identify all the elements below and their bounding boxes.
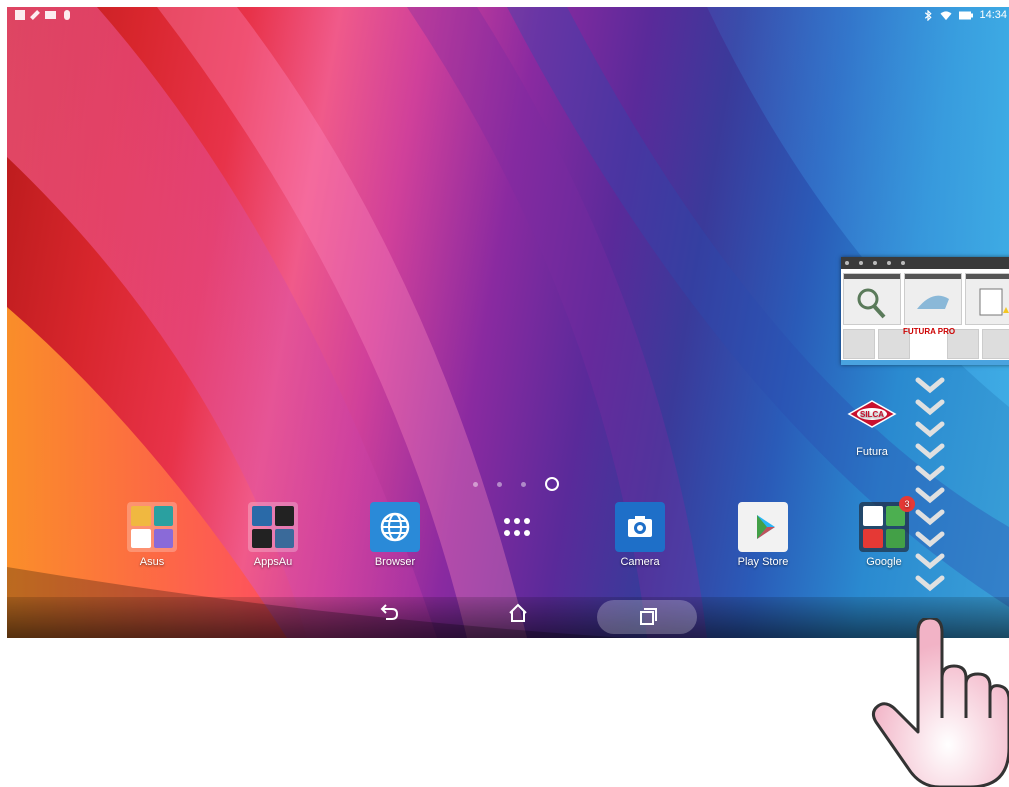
play-store-icon [738, 502, 788, 552]
futura-label: Futura [856, 446, 888, 458]
notification-icon [15, 10, 25, 20]
app-label: Browser [374, 556, 416, 568]
widget-card [965, 273, 1009, 325]
silca-logo-text: SILCA [860, 410, 884, 419]
dock: Asus AppsAu Browser Camera Play Store 3 … [7, 496, 1009, 582]
widget-bottom-bar [841, 360, 1009, 365]
widget-brand: FUTURA PRO [903, 327, 956, 336]
chevron-down-icon [915, 443, 945, 460]
camera-app[interactable]: Camera [600, 502, 680, 568]
location-icon [64, 10, 70, 20]
app-drawer-icon [492, 502, 542, 552]
home-screen: 14:34 FUTURA PRO SILCA Futura Asus AppsA… [7, 7, 1009, 638]
google-folder[interactable]: 3 Google [844, 496, 924, 568]
pointing-hand-icon [871, 618, 1009, 787]
widget-card [904, 273, 962, 325]
chevron-down-icon [915, 377, 945, 394]
widget-card [843, 273, 901, 325]
asus-folder[interactable]: Asus [112, 502, 192, 568]
play-store-app[interactable]: Play Store [723, 502, 803, 568]
chevron-down-icon [915, 531, 945, 548]
wifi-icon [940, 10, 952, 20]
widget-small-card [843, 329, 875, 359]
app-label: AppsAu [253, 556, 293, 568]
page-dot[interactable] [473, 481, 478, 487]
browser-app[interactable]: Browser [355, 502, 435, 568]
bluetooth-icon [925, 9, 933, 21]
back-button[interactable] [359, 601, 419, 629]
chevron-down-icon [915, 553, 945, 570]
battery-icon [959, 11, 974, 19]
folder-icon: 3 [859, 496, 915, 552]
globe-icon [370, 502, 420, 552]
widget-toolbar [841, 257, 1009, 269]
chevron-down-icon [915, 575, 945, 592]
futura-shortcut[interactable]: SILCA Futura [842, 399, 902, 458]
notification-badge: 3 [899, 496, 915, 512]
page-dot-active[interactable] [545, 477, 559, 491]
app-drawer-button[interactable] [477, 502, 557, 556]
app-label: Camera [620, 556, 660, 568]
chevron-down-icon [915, 421, 945, 438]
folder-icon [127, 502, 177, 552]
chevron-down-icon [915, 487, 945, 504]
message-icon [45, 11, 56, 19]
wrench-icon [30, 10, 40, 20]
navigation-bar [7, 597, 1009, 638]
page-indicator [473, 477, 559, 491]
app-label: Asus [139, 556, 165, 568]
widget-card-row [841, 269, 1009, 325]
home-button[interactable] [488, 601, 548, 629]
home-icon [509, 603, 527, 622]
camera-icon [615, 502, 665, 552]
futura-pro-widget[interactable]: FUTURA PRO [841, 257, 1009, 365]
recents-icon [640, 608, 657, 625]
apps-folder[interactable]: AppsAu [233, 502, 313, 568]
chevron-down-icon [915, 465, 945, 482]
status-left-icons [15, 10, 70, 20]
widget-small-card [982, 329, 1009, 359]
page-dot[interactable] [521, 481, 526, 487]
swipe-up-hint [915, 375, 945, 595]
folder-icon [248, 502, 298, 552]
status-bar: 14:34 [7, 7, 1009, 29]
app-label: Google [866, 556, 902, 568]
back-icon [380, 604, 399, 620]
app-label: Play Store [737, 556, 789, 568]
recents-button[interactable] [597, 600, 697, 634]
status-right-icons: 14:34 [923, 9, 1007, 21]
chevron-down-icon [915, 399, 945, 416]
chevron-down-icon [915, 509, 945, 526]
silca-logo-icon: SILCA [847, 400, 897, 428]
clock: 14:34 [979, 9, 1007, 21]
page-dot[interactable] [497, 481, 502, 487]
